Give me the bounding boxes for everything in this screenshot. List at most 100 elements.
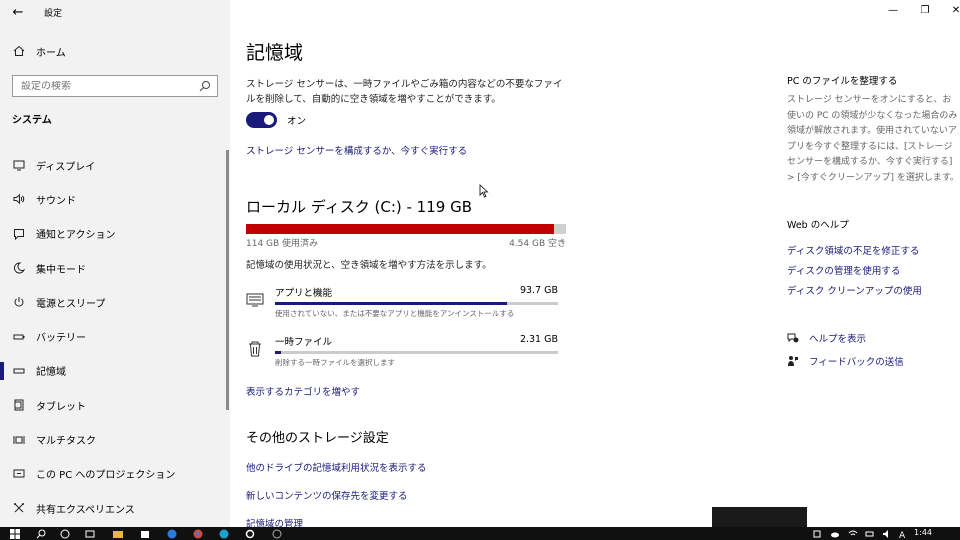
folder-icon[interactable] — [113, 529, 123, 539]
other-drives-link[interactable]: 他のドライブの記憶域利用状況を表示する — [246, 460, 427, 474]
mouse-cursor-icon — [479, 184, 489, 198]
maximize-button[interactable]: ❐ — [918, 5, 932, 16]
settings-window: ← 設定 ホーム システム ディスプレイ サウンド 通 — [0, 0, 960, 530]
cortana-icon[interactable] — [60, 529, 70, 539]
disk-usage-description: 記憶域の使用状況と、空き領域を増やす方法を示します。 — [246, 260, 492, 271]
configure-storage-sense-link[interactable]: ストレージ センサーを構成するか、今すぐ実行する — [246, 143, 467, 157]
share-icon — [12, 501, 26, 515]
category-bar — [275, 351, 558, 354]
fix-low-disk-link[interactable]: ディスク領域の不足を修正する — [787, 243, 919, 257]
sidebar-item-shared[interactable]: 共有エクスペリエンス — [0, 491, 230, 525]
web-help-title: Web のヘルプ — [787, 220, 849, 231]
category-name: 一時ファイル — [275, 337, 333, 348]
sidebar-group-title: システム — [12, 115, 52, 126]
sidebar-item-projection[interactable]: この PC へのプロジェクション — [0, 457, 230, 491]
main-content: 記憶域 ストレージ センサーは、一時ファイルやごみ箱の内容などの不要なファイルを… — [246, 0, 766, 530]
titlebar: ← 設定 — [0, 0, 230, 24]
change-save-location-link[interactable]: 新しいコンテンツの保存先を変更する — [246, 488, 408, 502]
disk-used-text: 114 GB 使用済み — [246, 239, 319, 249]
display-icon — [12, 158, 26, 172]
app-title: 設定 — [44, 8, 63, 19]
disk-management-link[interactable]: ディスクの管理を使用する — [787, 263, 900, 277]
sidebar-item-label: 記憶域 — [36, 367, 66, 379]
search-icon[interactable] — [36, 529, 46, 539]
storage-sense-toggle-row: オン — [246, 112, 306, 128]
tablet-icon — [12, 398, 26, 412]
sidebar-item-label: タブレット — [36, 401, 86, 413]
back-button[interactable]: ← — [0, 0, 36, 24]
search-icon[interactable] — [198, 79, 212, 93]
feedback-row[interactable]: フィードバックの送信 — [787, 354, 904, 368]
feedback-link[interactable]: フィードバックの送信 — [809, 354, 904, 368]
sidebar-item-battery[interactable]: バッテリー — [0, 319, 230, 353]
organize-files-title: PC のファイルを整理する — [787, 76, 898, 87]
minimize-button[interactable]: — — [886, 5, 900, 16]
sidebar-item-storage[interactable]: 記憶域 — [0, 354, 230, 388]
sidebar: ← 設定 ホーム システム ディスプレイ サウンド 通 — [0, 0, 230, 527]
organize-files-description: ストレージ センサーをオンにすると、お使いの PC の領域が少なくなった場合のみ… — [787, 95, 959, 183]
get-help-link[interactable]: ヘルプを表示 — [809, 331, 866, 345]
feedback-icon — [787, 355, 799, 367]
task-view-icon[interactable] — [85, 529, 95, 539]
storage-icon — [12, 364, 26, 378]
disk-cleanup-link[interactable]: ディスク クリーンアップの使用 — [787, 283, 922, 297]
get-help-row[interactable]: ヘルプを表示 — [787, 331, 866, 345]
store-icon[interactable] — [140, 529, 150, 539]
moon-icon — [12, 261, 26, 275]
app-icon[interactable] — [272, 529, 282, 539]
sidebar-item-sound[interactable]: サウンド — [0, 182, 230, 216]
sidebar-item-label: バッテリー — [36, 333, 86, 345]
browser-icon[interactable] — [167, 529, 177, 539]
home-icon — [12, 44, 26, 58]
page-title: 記憶域 — [246, 42, 304, 64]
taskbar-clock[interactable]: 1:44 — [914, 528, 932, 537]
sidebar-scrollbar[interactable] — [226, 150, 229, 410]
chrome-icon[interactable] — [193, 529, 203, 539]
cloud-icon[interactable] — [830, 529, 840, 539]
svg-text:A: A — [899, 531, 906, 539]
other-storage-title: その他のストレージ設定 — [246, 431, 389, 446]
disk-free-text: 4.54 GB 空き — [509, 239, 566, 249]
disk-title: ローカル ディスク (C:) - 119 GB — [246, 198, 472, 216]
sidebar-item-display[interactable]: ディスプレイ — [0, 148, 230, 182]
sidebar-item-label: サウンド — [36, 195, 76, 207]
sidebar-item-tablet[interactable]: タブレット — [0, 388, 230, 422]
trash-icon — [249, 341, 261, 357]
tray-icon[interactable] — [812, 529, 822, 539]
sidebar-item-power[interactable]: 電源とスリープ — [0, 285, 230, 319]
toggle-label: オン — [287, 116, 307, 127]
category-temp[interactable]: 一時ファイル 2.31 GB 削除する一時ファイルを選択します — [246, 334, 558, 374]
close-button[interactable]: ✕ — [949, 5, 960, 16]
category-fill — [275, 351, 281, 354]
sidebar-item-label: 電源とスリープ — [36, 298, 106, 310]
sidebar-item-label: 共有エクスペリエンス — [36, 504, 135, 516]
network-icon[interactable] — [848, 529, 858, 539]
search-field[interactable] — [12, 75, 218, 97]
sidebar-item-label: 集中モード — [36, 264, 86, 276]
category-size: 93.7 GB — [519, 285, 558, 296]
sidebar-item-home[interactable]: ホーム — [0, 40, 230, 62]
category-size: 2.31 GB — [519, 334, 558, 345]
search-input[interactable] — [21, 80, 191, 92]
sidebar-item-multitask[interactable]: マルチタスク — [0, 422, 230, 456]
storage-sense-toggle[interactable] — [246, 112, 277, 128]
windows-start-icon[interactable] — [10, 529, 20, 539]
sidebar-item-focus[interactable]: 集中モード — [0, 251, 230, 285]
apps-icon — [246, 293, 264, 307]
category-fill — [275, 302, 508, 305]
edge-icon[interactable] — [219, 529, 229, 539]
taskbar: A 1:44 — [0, 527, 960, 540]
sidebar-item-label: 通知とアクション — [36, 230, 116, 242]
sidebar-item-notifications[interactable]: 通知とアクション — [0, 217, 230, 251]
category-subtitle: 削除する一時ファイルを選択します — [275, 358, 395, 367]
battery-tray-icon[interactable] — [865, 529, 875, 539]
power-icon — [12, 295, 26, 309]
disk-usage-fill — [246, 224, 554, 234]
category-apps[interactable]: アプリと機能 93.7 GB 使用されていない、または不要なアプリと機能をアンイ… — [246, 285, 558, 325]
help-icon — [787, 332, 799, 344]
show-more-categories-link[interactable]: 表示するカテゴリを増やす — [246, 384, 360, 398]
volume-icon[interactable] — [882, 529, 892, 539]
disk-usage-bar — [246, 224, 566, 234]
ime-icon[interactable]: A — [898, 529, 908, 539]
settings-gear-icon[interactable] — [245, 529, 255, 539]
